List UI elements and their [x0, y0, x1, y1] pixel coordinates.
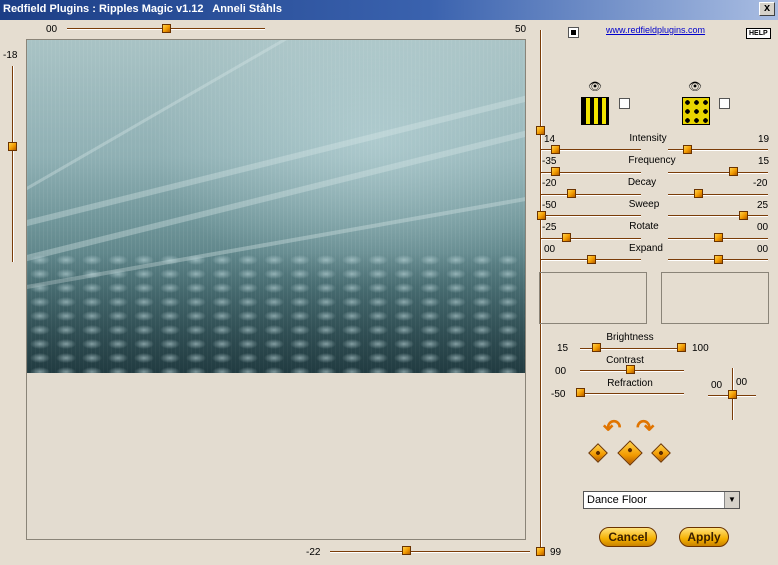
- preset-select[interactable]: Dance Floor ▼: [583, 491, 740, 509]
- expand-left-value: 00: [544, 244, 556, 255]
- brightness-right-knob[interactable]: [677, 343, 686, 352]
- decay-right-track[interactable]: [668, 194, 768, 196]
- sweep-right-track[interactable]: [668, 215, 768, 217]
- website-link[interactable]: www.redfieldplugins.com: [606, 25, 705, 35]
- frequency-right-knob[interactable]: [729, 167, 738, 176]
- decay-left-value: -20: [542, 178, 557, 189]
- bottom-slider-max-label: 99: [550, 547, 562, 558]
- decay-left-knob[interactable]: [567, 189, 576, 198]
- frequency-left-value: -35: [542, 156, 557, 167]
- sweep-left-track[interactable]: [541, 215, 641, 217]
- frequency-right-value: 15: [758, 156, 770, 167]
- eye-icon[interactable]: 👁: [588, 80, 602, 93]
- intensity-label: Intensity: [629, 133, 667, 144]
- rotate-label: Rotate: [629, 221, 659, 232]
- left-slider-label: -18: [3, 50, 18, 61]
- sweep-right-knob[interactable]: [739, 211, 748, 220]
- top-slider-min-label: 00: [46, 24, 58, 35]
- decay-right-value: -20: [753, 178, 768, 189]
- bottom-slider-min-label: -22: [306, 547, 321, 558]
- top-slider-knob[interactable]: [162, 24, 171, 33]
- chevron-down-icon[interactable]: ▼: [724, 492, 739, 508]
- xy-pad-x-value: 00: [711, 380, 723, 391]
- left-slider-track[interactable]: [12, 66, 14, 262]
- intensity-left-value: 14: [544, 134, 556, 145]
- help-button[interactable]: HELP: [746, 28, 771, 39]
- close-button[interactable]: x: [759, 2, 775, 16]
- eye-icon[interactable]: 👁: [688, 80, 702, 93]
- frequency-right-track[interactable]: [668, 172, 768, 174]
- apply-button[interactable]: Apply: [679, 527, 729, 547]
- stripes-pattern-icon[interactable]: [581, 97, 609, 125]
- adjust-divider: [540, 352, 542, 542]
- decay-right-knob[interactable]: [694, 189, 703, 198]
- bottom-slider-track[interactable]: [330, 551, 530, 553]
- decay-left-track[interactable]: [541, 194, 641, 196]
- undo-arrow-icon[interactable]: ↶: [603, 417, 621, 439]
- rotate-left-track[interactable]: [541, 238, 641, 240]
- checks-pattern-icon[interactable]: [682, 97, 710, 125]
- rotate-right-knob[interactable]: [714, 233, 723, 242]
- intensity-right-knob[interactable]: [683, 145, 692, 154]
- window-title: Redfield Plugins : Ripples Magic v1.12 A…: [3, 3, 282, 15]
- brightness-label: Brightness: [606, 332, 654, 343]
- rotate-right-value: 00: [757, 222, 769, 233]
- sweep-right-value: 25: [757, 200, 769, 211]
- color-box-2[interactable]: [661, 272, 769, 324]
- random-small-left-icon[interactable]: [588, 443, 608, 463]
- brightness-left-knob[interactable]: [592, 343, 601, 352]
- random-small-right-icon[interactable]: [651, 443, 671, 463]
- brightness-right-value: 100: [692, 343, 709, 354]
- sweep-left-knob[interactable]: [537, 211, 546, 220]
- toggle-checkbox[interactable]: [568, 27, 579, 38]
- contrast-knob[interactable]: [626, 365, 635, 374]
- sweep-left-value: -50: [542, 200, 557, 211]
- title-bar: Redfield Plugins : Ripples Magic v1.12 A…: [0, 0, 778, 20]
- expand-right-knob[interactable]: [714, 255, 723, 264]
- preview-image: [27, 40, 525, 373]
- contrast-value: 00: [555, 366, 567, 377]
- frequency-label: Frequency: [628, 155, 676, 166]
- rotate-left-value: -25: [542, 222, 557, 233]
- cancel-button[interactable]: Cancel: [599, 527, 657, 547]
- expand-right-value: 00: [757, 244, 769, 255]
- top-slider-max-label: 50: [515, 24, 527, 35]
- preset-select-value: Dance Floor: [587, 494, 647, 506]
- frequency-left-knob[interactable]: [551, 167, 560, 176]
- sweep-label: Sweep: [628, 199, 660, 210]
- contrast-label: Contrast: [606, 355, 644, 366]
- xy-pad-y-value: 00: [736, 377, 748, 388]
- pattern2-checkbox[interactable]: [719, 98, 730, 109]
- refraction-track[interactable]: [580, 393, 684, 395]
- brightness-left-value: 15: [557, 343, 569, 354]
- redo-arrow-icon[interactable]: ↷: [636, 417, 654, 439]
- intensity-left-knob[interactable]: [551, 145, 560, 154]
- refraction-knob[interactable]: [576, 388, 585, 397]
- intensity-right-value: 19: [758, 134, 770, 145]
- pattern1-checkbox[interactable]: [619, 98, 630, 109]
- random-all-icon[interactable]: [617, 440, 643, 466]
- plugin-window: Redfield Plugins : Ripples Magic v1.12 A…: [0, 0, 778, 565]
- left-slider-knob[interactable]: [8, 142, 17, 151]
- expand-label: Expand: [629, 243, 663, 254]
- right-vertical-slider-bottom-knob[interactable]: [536, 547, 545, 556]
- rotate-left-knob[interactable]: [562, 233, 571, 242]
- decay-label: Decay: [627, 177, 657, 188]
- preview-pane: [26, 39, 526, 540]
- expand-left-knob[interactable]: [587, 255, 596, 264]
- bottom-slider-knob[interactable]: [402, 546, 411, 555]
- color-box-1[interactable]: [539, 272, 647, 324]
- refraction-label: Refraction: [607, 378, 653, 389]
- xy-pad-knob[interactable]: [728, 390, 737, 399]
- refraction-value: -50: [551, 389, 566, 400]
